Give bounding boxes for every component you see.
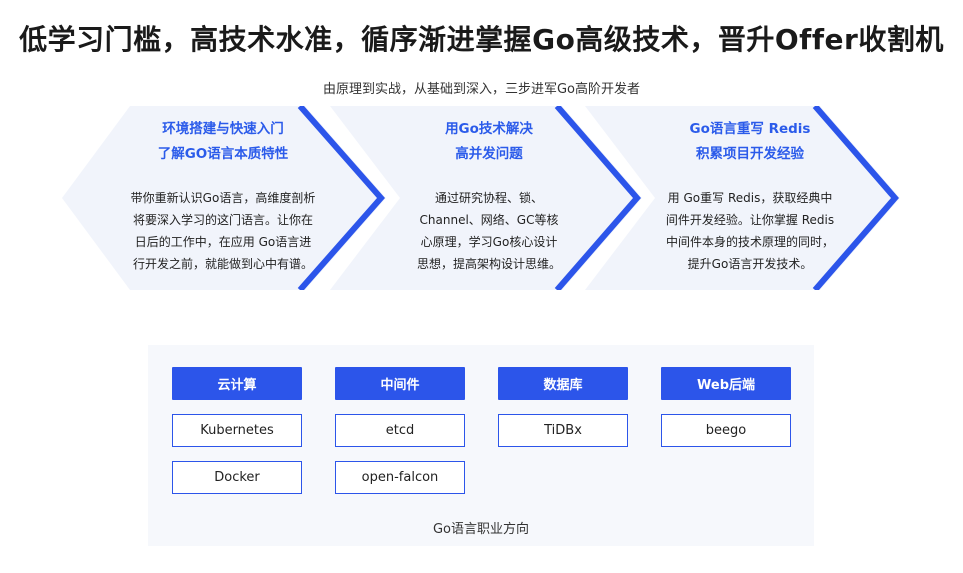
learning-steps: 环境搭建与快速入门 了解GO语言本质特性 带你重新认识Go语言，高维度剖析 将要… [0, 106, 963, 290]
career-chip-etcd[interactable]: etcd [335, 414, 465, 447]
career-head-middleware[interactable]: 中间件 [335, 367, 465, 400]
career-column-cloud: 云计算 Kubernetes Docker [172, 367, 302, 494]
step-2-title-line1: 用Go技术解决 [445, 121, 533, 137]
step-1-description: 带你重新认识Go语言，高维度剖析 将要深入学习的这门语言。让你在 日后的工作中，… [123, 187, 323, 275]
career-chip-kubernetes[interactable]: Kubernetes [172, 414, 302, 447]
career-head-web-backend[interactable]: Web后端 [661, 367, 791, 400]
step-1-title-line2: 了解GO语言本质特性 [157, 146, 289, 162]
step-3-desc-line: 提升Go语言开发技术。 [687, 257, 813, 271]
step-3: Go语言重写 Redis 积累项目开发经验 用 Go重写 Redis，获取经典中… [650, 106, 850, 275]
step-2-desc-line: 心原理，学习Go核心设计 [420, 235, 558, 249]
step-1-desc-line: 带你重新认识Go语言，高维度剖析 [130, 191, 316, 205]
step-2-desc-line: 通过研究协程、锁、 [434, 191, 543, 205]
career-column-database: 数据库 TiDBx [498, 367, 628, 447]
step-1-title-line1: 环境搭建与快速入门 [162, 121, 284, 137]
career-chip-beego[interactable]: beego [661, 414, 791, 447]
career-head-cloud[interactable]: 云计算 [172, 367, 302, 400]
step-3-title-line1: Go语言重写 Redis [689, 121, 811, 137]
step-2-description: 通过研究协程、锁、 Channel、网络、GC等核 心原理，学习Go核心设计 思… [389, 187, 589, 275]
step-1-desc-line: 日后的工作中，在应用 Go语言进 [134, 235, 312, 249]
step-3-description: 用 Go重写 Redis，获取经典中 间件开发经验。让你掌握 Redis 中间件… [650, 187, 850, 275]
step-3-desc-line: 用 Go重写 Redis，获取经典中 [667, 191, 833, 205]
career-column-web-backend: Web后端 beego [661, 367, 791, 447]
career-directions-panel: 云计算 Kubernetes Docker 中间件 etcd open-falc… [148, 345, 814, 546]
page-headline: 低学习门槛，高技术水准，循序渐进掌握Go高级技术，晋升Offer收割机 [19, 23, 944, 56]
career-column-middleware: 中间件 etcd open-falcon [335, 367, 465, 494]
step-2-desc-line: 思想，提高架构设计思维。 [416, 257, 561, 271]
career-chip-tidbx[interactable]: TiDBx [498, 414, 628, 447]
career-head-database[interactable]: 数据库 [498, 367, 628, 400]
career-caption: Go语言职业方向 [432, 522, 530, 537]
step-1-desc-line: 将要深入学习的这门语言。让你在 [132, 213, 313, 227]
step-2: 用Go技术解决 高并发问题 通过研究协程、锁、 Channel、网络、GC等核 … [389, 106, 589, 275]
step-2-desc-line: Channel、网络、GC等核 [419, 213, 559, 227]
page-subtitle: 由原理到实战，从基础到深入，三步进军Go高阶开发者 [322, 82, 641, 97]
step-2-title-line2: 高并发问题 [455, 146, 523, 162]
step-3-title-line2: 积累项目开发经验 [696, 146, 804, 162]
step-1: 环境搭建与快速入门 了解GO语言本质特性 带你重新认识Go语言，高维度剖析 将要… [123, 106, 323, 275]
step-3-desc-line: 中间件本身的技术原理的同时， [665, 235, 834, 249]
career-chip-open-falcon[interactable]: open-falcon [335, 461, 465, 494]
step-3-desc-line: 间件开发经验。让你掌握 Redis [665, 213, 835, 227]
career-chip-docker[interactable]: Docker [172, 461, 302, 494]
step-1-desc-line: 行开发之前，就能做到心中有谱。 [132, 257, 313, 271]
